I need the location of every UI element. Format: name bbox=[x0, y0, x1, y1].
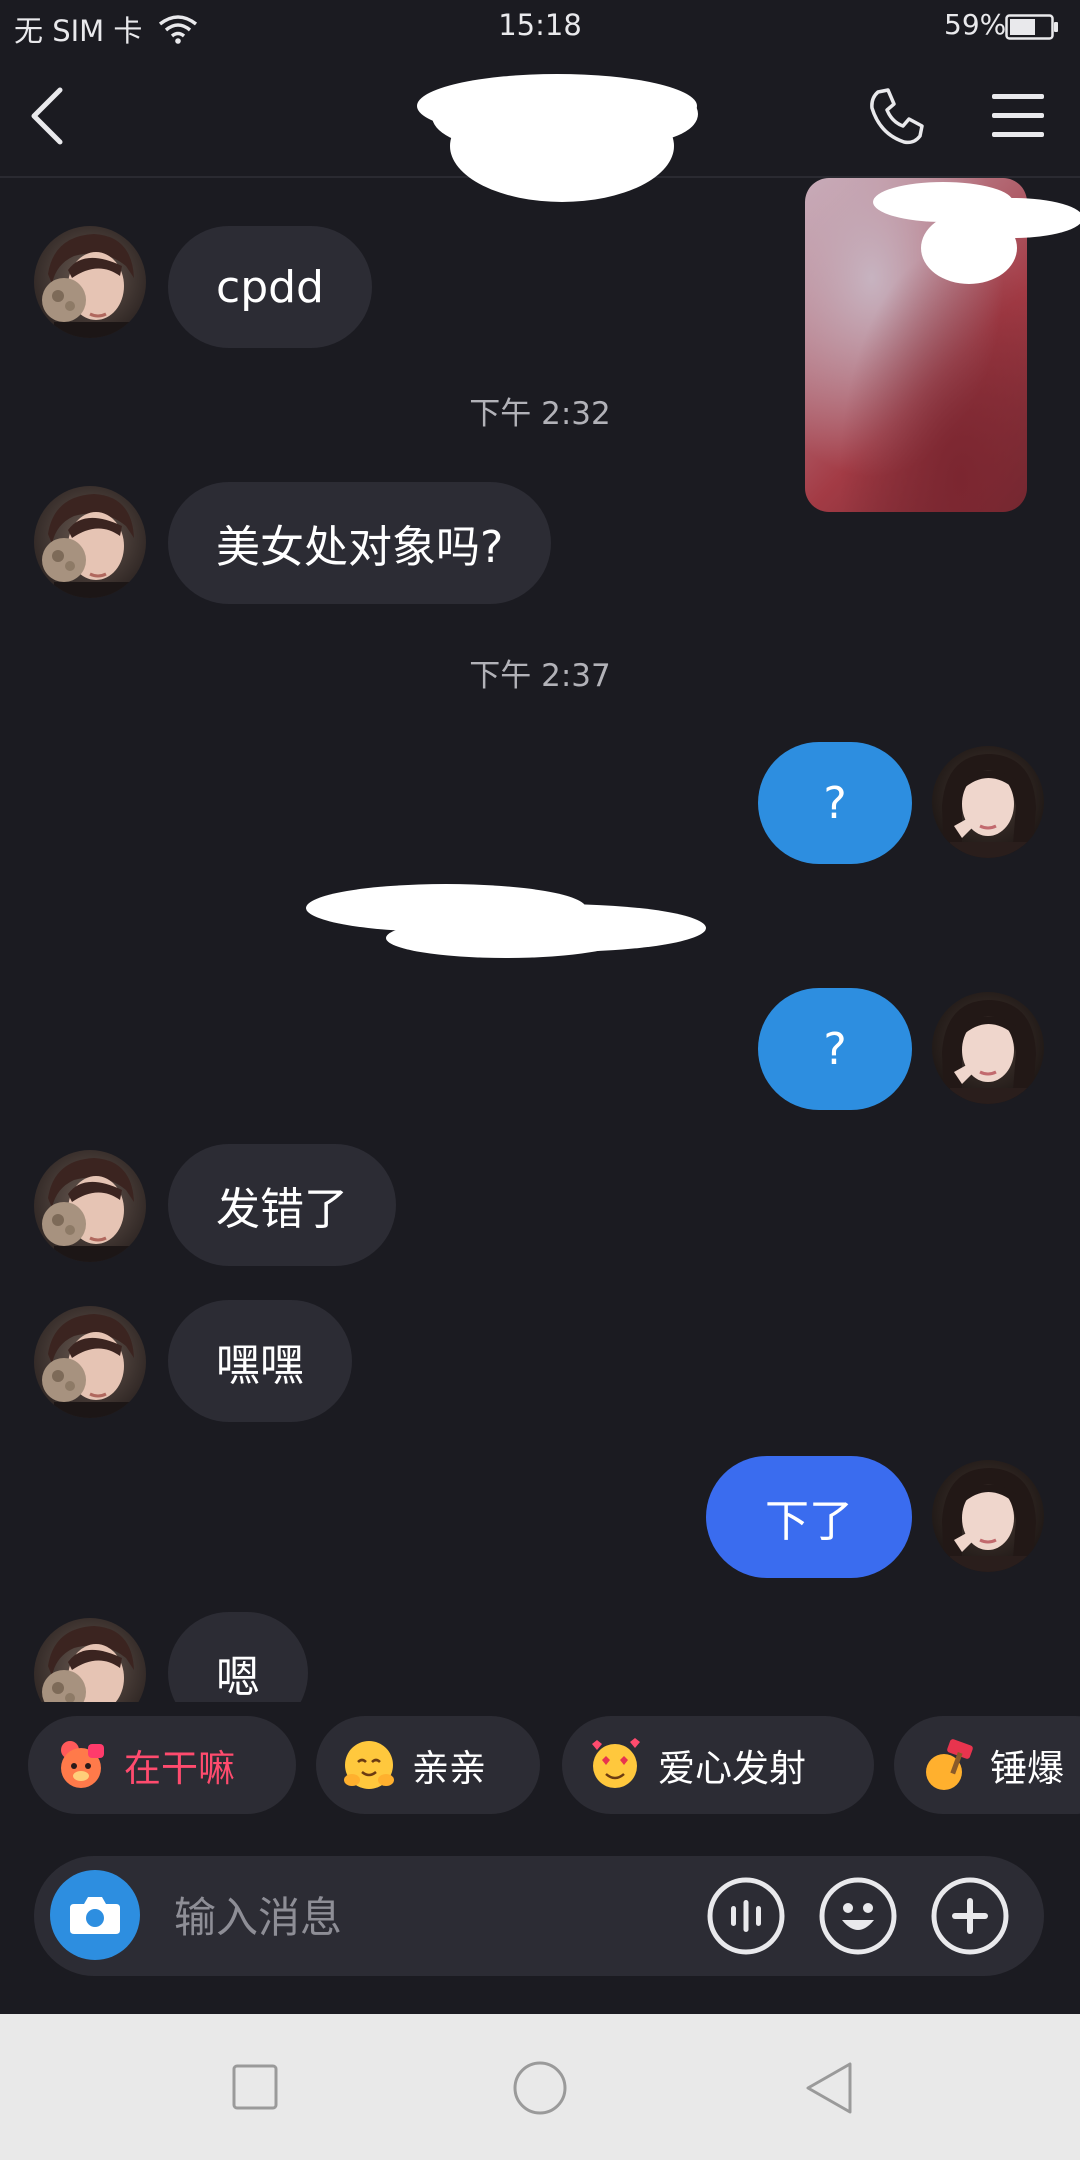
contact-name-redaction bbox=[417, 74, 698, 202]
outgoing-message-bubble[interactable]: ? bbox=[758, 988, 912, 1110]
status-bar: 无 SIM 卡 15:18 59% bbox=[0, 0, 1080, 56]
voice-icon[interactable] bbox=[706, 1876, 786, 1956]
incoming-message-bubble[interactable]: cpdd bbox=[168, 226, 372, 348]
message-list-clip: 嗯 bbox=[0, 1600, 1080, 1702]
chip-label: 在干嘛 bbox=[124, 1747, 235, 1790]
quick-reply-chip[interactable]: 爱心发射 bbox=[562, 1716, 874, 1814]
outgoing-message-bubble[interactable]: ? bbox=[758, 742, 912, 864]
bear-icon bbox=[61, 1741, 104, 1788]
quick-reply-chip[interactable]: 锤爆 bbox=[894, 1716, 1080, 1814]
my-avatar[interactable] bbox=[932, 746, 1044, 858]
chat-header bbox=[0, 56, 1080, 202]
message-text: 下了 bbox=[765, 1496, 853, 1547]
camera-icon bbox=[70, 1897, 120, 1934]
redaction-scribble bbox=[306, 884, 706, 958]
message-text: ? bbox=[823, 777, 847, 829]
plus-icon[interactable] bbox=[930, 1876, 1010, 1956]
message-timestamp: 下午 2:37 bbox=[0, 650, 1080, 695]
contact-avatar[interactable] bbox=[34, 226, 146, 338]
home-icon[interactable] bbox=[512, 2060, 568, 2116]
contact-avatar[interactable] bbox=[34, 486, 146, 598]
timestamp-text: 下午 2:37 bbox=[469, 658, 611, 694]
incoming-message-bubble[interactable]: 嘿嘿 bbox=[168, 1300, 352, 1422]
message-text: 美女处对象吗? bbox=[216, 522, 504, 573]
message-input-bar bbox=[34, 1856, 1044, 1976]
chip-label: 锤爆 bbox=[990, 1747, 1064, 1790]
incoming-message-bubble[interactable]: 美女处对象吗? bbox=[168, 482, 552, 604]
battery-icon bbox=[1005, 14, 1058, 40]
message-text: cpdd bbox=[216, 261, 324, 313]
quick-reply-chip[interactable]: 亲亲 bbox=[316, 1716, 540, 1814]
chip-label: 亲亲 bbox=[412, 1747, 486, 1790]
message-text: 嗯 bbox=[216, 1652, 260, 1702]
quick-reply-bar: 在干嘛 亲亲 爱心发射 锤爆 bbox=[0, 1716, 1080, 1816]
message-text: ? bbox=[823, 1023, 847, 1075]
message-input[interactable] bbox=[172, 1880, 716, 1954]
heart-eyes-face-icon bbox=[592, 1738, 640, 1788]
contact-avatar[interactable] bbox=[34, 1150, 146, 1262]
incoming-message-bubble[interactable]: 嗯 bbox=[168, 1612, 308, 1702]
incoming-message-bubble[interactable]: 发错了 bbox=[168, 1144, 396, 1266]
emoji-icon[interactable] bbox=[818, 1876, 898, 1956]
outgoing-message-bubble[interactable]: 下了 bbox=[706, 1456, 912, 1578]
quick-reply-chip[interactable]: 在干嘛 bbox=[28, 1716, 296, 1814]
phone-icon[interactable] bbox=[866, 86, 926, 146]
message-text: 嘿嘿 bbox=[216, 1340, 304, 1391]
camera-button[interactable] bbox=[50, 1870, 140, 1960]
hammer-icon bbox=[926, 1739, 973, 1790]
my-avatar[interactable] bbox=[932, 1460, 1044, 1572]
message-text: 发错了 bbox=[216, 1184, 348, 1235]
contact-avatar[interactable] bbox=[34, 1306, 146, 1418]
hug-face-icon bbox=[344, 1741, 394, 1789]
menu-icon[interactable] bbox=[990, 90, 1046, 142]
recent-apps-icon[interactable] bbox=[232, 2064, 278, 2110]
back-arrow-icon[interactable] bbox=[24, 84, 72, 148]
contact-avatar[interactable] bbox=[34, 1618, 146, 1702]
timestamp-text: 下午 2:32 bbox=[469, 396, 611, 432]
video-redaction-scribble bbox=[873, 182, 1080, 284]
battery-percent: 59% bbox=[944, 8, 1007, 41]
back-nav-icon[interactable] bbox=[804, 2060, 854, 2116]
my-avatar[interactable] bbox=[932, 992, 1044, 1104]
system-nav-bar bbox=[0, 2014, 1080, 2160]
status-time: 15:18 bbox=[498, 8, 582, 42]
chip-label: 爱心发射 bbox=[658, 1747, 806, 1790]
